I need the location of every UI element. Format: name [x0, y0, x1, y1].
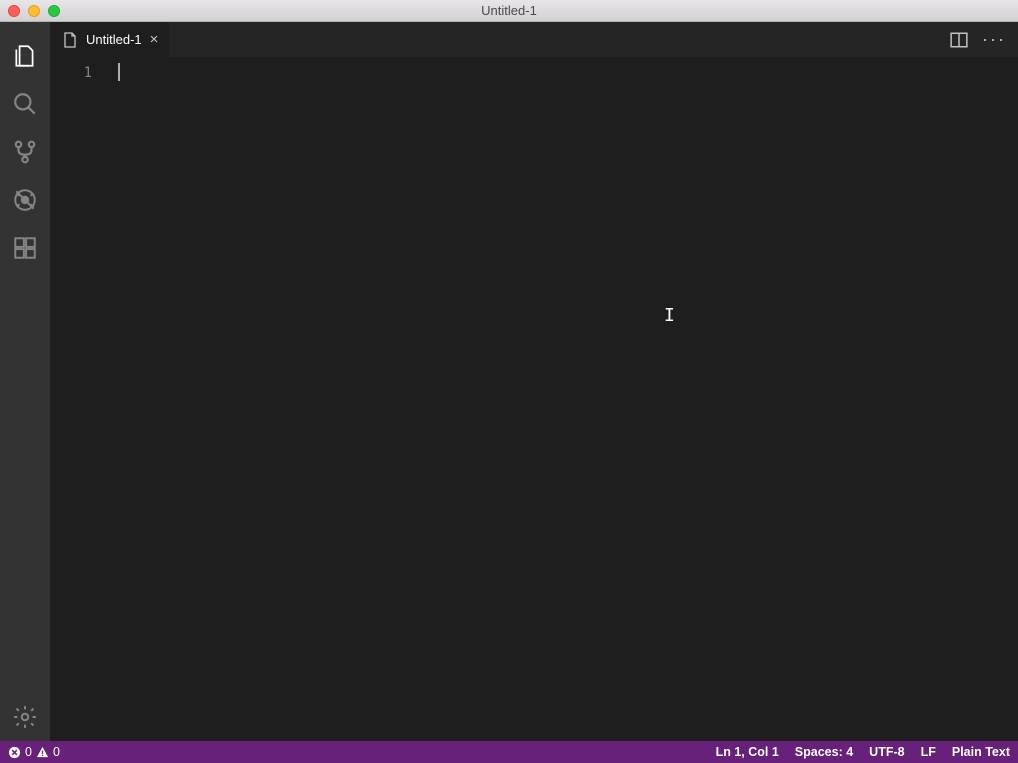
errors-count: 0	[25, 745, 32, 759]
window-title: Untitled-1	[0, 3, 1018, 18]
extensions-icon[interactable]	[0, 224, 50, 272]
code-line[interactable]	[118, 63, 1018, 83]
warning-icon	[36, 746, 49, 759]
file-icon	[62, 32, 78, 48]
warnings-count: 0	[53, 745, 60, 759]
close-icon[interactable]: ×	[150, 32, 159, 47]
explorer-icon[interactable]	[0, 32, 50, 80]
more-actions-icon[interactable]: ···	[982, 29, 1006, 50]
search-icon[interactable]	[0, 80, 50, 128]
code-area[interactable]	[110, 57, 1018, 741]
tab-bar: Untitled-1 × ···	[50, 22, 1018, 57]
window-maximize-button[interactable]	[48, 5, 60, 17]
main-area: Untitled-1 × ··· 1 I	[0, 22, 1018, 741]
editor-surface[interactable]: 1 I	[50, 57, 1018, 741]
window-minimize-button[interactable]	[28, 5, 40, 17]
status-bar: 0 0 Ln 1, Col 1 Spaces: 4 UTF-8 LF Plain…	[0, 741, 1018, 763]
status-eol[interactable]: LF	[921, 745, 936, 759]
status-cursor-position[interactable]: Ln 1, Col 1	[716, 745, 779, 759]
editor-tab[interactable]: Untitled-1 ×	[50, 22, 170, 57]
split-editor-icon[interactable]	[950, 31, 968, 49]
line-number: 1	[50, 63, 92, 83]
editor-group: Untitled-1 × ··· 1 I	[50, 22, 1018, 741]
status-indentation[interactable]: Spaces: 4	[795, 745, 853, 759]
status-encoding[interactable]: UTF-8	[869, 745, 904, 759]
status-warnings[interactable]: 0	[36, 745, 60, 759]
titlebar: Untitled-1	[0, 0, 1018, 22]
error-icon	[8, 746, 21, 759]
editor-actions: ···	[938, 22, 1018, 57]
debug-icon[interactable]	[0, 176, 50, 224]
tab-label: Untitled-1	[86, 32, 142, 47]
window-close-button[interactable]	[8, 5, 20, 17]
settings-gear-icon[interactable]	[0, 693, 50, 741]
traffic-lights	[8, 5, 60, 17]
status-language-mode[interactable]: Plain Text	[952, 745, 1010, 759]
source-control-icon[interactable]	[0, 128, 50, 176]
status-errors[interactable]: 0	[8, 745, 32, 759]
activity-bar	[0, 22, 50, 741]
text-cursor	[118, 63, 120, 81]
line-number-gutter: 1	[50, 57, 110, 741]
